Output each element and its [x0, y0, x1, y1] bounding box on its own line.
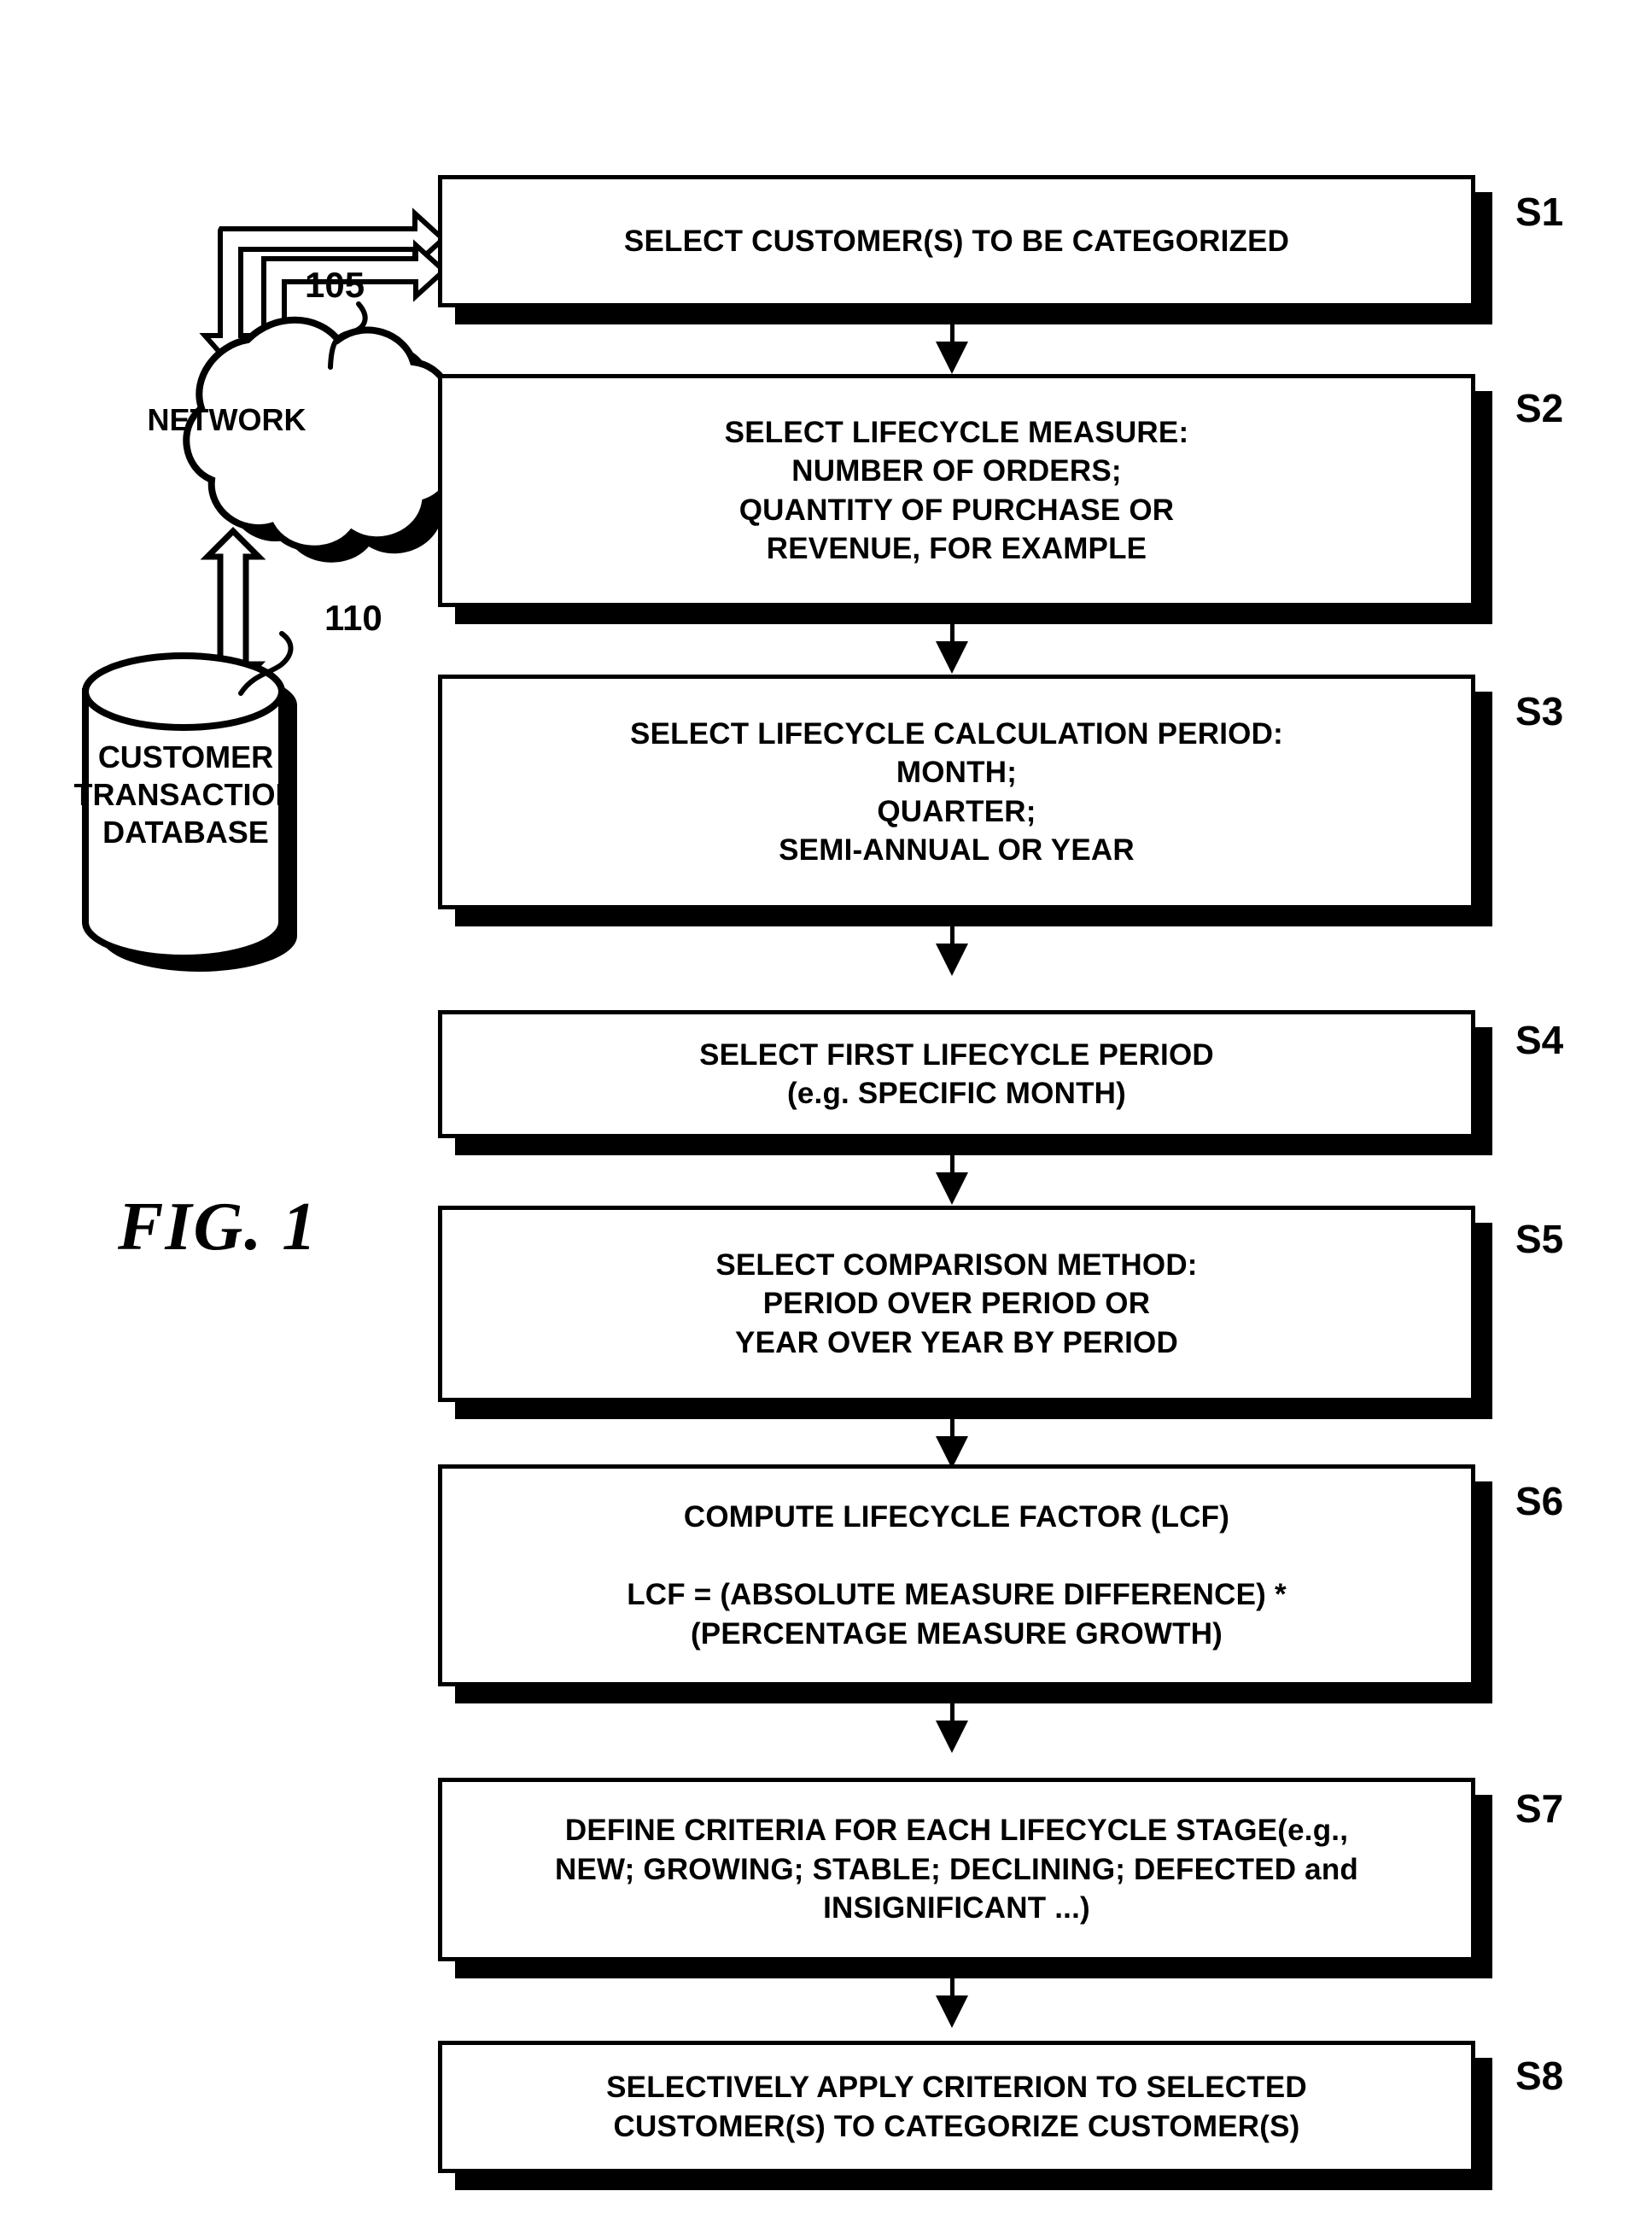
step-box-s7[interactable]: DEFINE CRITERIA FOR EACH LIFECYCLE STAGE… — [438, 1778, 1475, 1961]
step-box-text-s4: SELECT FIRST LIFECYCLE PERIOD (e.g. SPEC… — [699, 1037, 1214, 1111]
step-label-s4: S4 — [1515, 1018, 1564, 1062]
step-box-text-s2: SELECT LIFECYCLE MEASURE: NUMBER OF ORDE… — [724, 415, 1189, 566]
step-box-text-s3: SELECT LIFECYCLE CALCULATION PERIOD: MON… — [630, 716, 1283, 868]
step-box-s8[interactable]: SELECTIVELY APPLY CRITERION TO SELECTED … — [438, 2041, 1475, 2173]
network-to-database-arrow — [200, 527, 266, 697]
connector-arrowhead — [936, 641, 968, 674]
step-label-s1: S1 — [1515, 190, 1564, 234]
connector-s6-to-s7 — [935, 1703, 969, 1753]
step-label-s5: S5 — [1515, 1217, 1564, 1261]
connector-s3-to-s4 — [935, 926, 969, 976]
database-label: CUSTOMER TRANSACTION DATABASE — [73, 739, 298, 850]
step-box-text-s8: SELECTIVELY APPLY CRITERION TO SELECTED … — [606, 2071, 1307, 2143]
step-label-s3: S3 — [1515, 689, 1564, 733]
connector-arrowhead — [936, 1995, 968, 2028]
step-label-s8: S8 — [1515, 2054, 1564, 2098]
network-to-step1-arrow-lower-arm — [243, 239, 448, 373]
reference-numeral-105: 105 — [305, 265, 365, 305]
step-box-s4[interactable]: SELECT FIRST LIFECYCLE PERIOD (e.g. SPEC… — [438, 1010, 1475, 1138]
connector-arrowhead — [936, 1172, 968, 1205]
step-box-s6[interactable]: COMPUTE LIFECYCLE FACTOR (LCF) LCF = (AB… — [438, 1464, 1475, 1686]
reference-numeral-110: 110 — [324, 598, 382, 638]
figure-canvas: NETWORK CUSTOMER TRANSACTION DATABASE 10… — [0, 0, 1652, 2232]
step-box-s3[interactable]: SELECT LIFECYCLE CALCULATION PERIOD: MON… — [438, 675, 1475, 909]
network-label: NETWORK — [147, 402, 306, 437]
network-cloud-shape — [183, 316, 474, 563]
figure-label: FIG. 1 — [118, 1189, 318, 1265]
step-box-text-s1: SELECT CUSTOMER(S) TO BE CATEGORIZED — [623, 224, 1290, 258]
step-box-text-s7: DEFINE CRITERIA FOR EACH LIFECYCLE STAGE… — [555, 1814, 1358, 1925]
connector-s2-to-s3 — [935, 624, 969, 674]
step-box-text-s6: COMPUTE LIFECYCLE FACTOR (LCF) LCF = (AB… — [627, 1500, 1287, 1651]
connector-s4-to-s5 — [935, 1155, 969, 1205]
step-box-s1[interactable]: SELECT CUSTOMER(S) TO BE CATEGORIZED — [438, 175, 1475, 307]
connector-s1-to-s2 — [935, 324, 969, 374]
reference-leader-110 — [238, 631, 294, 696]
connector-arrowhead — [936, 1436, 968, 1469]
connector-arrowhead — [936, 342, 968, 374]
step-label-s7: S7 — [1515, 1786, 1564, 1831]
step-label-s2: S2 — [1515, 386, 1564, 430]
connector-arrowhead — [936, 1721, 968, 1753]
reference-leader-105 — [328, 301, 368, 370]
step-box-text-s5: SELECT COMPARISON METHOD: PERIOD OVER PE… — [715, 1247, 1198, 1359]
connector-s5-to-s6 — [935, 1419, 969, 1469]
step-box-s5[interactable]: SELECT COMPARISON METHOD: PERIOD OVER PE… — [438, 1206, 1475, 1402]
step-label-s6: S6 — [1515, 1479, 1564, 1523]
step-box-s2[interactable]: SELECT LIFECYCLE MEASURE: NUMBER OF ORDE… — [438, 374, 1475, 607]
connector-arrowhead — [936, 944, 968, 976]
connector-s7-to-s8 — [935, 1978, 969, 2028]
